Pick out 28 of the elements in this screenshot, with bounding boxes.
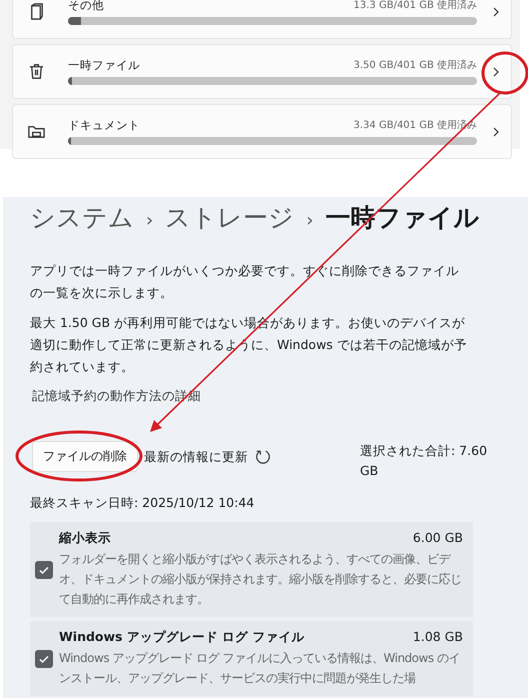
last-scan-text: 最終スキャン日時: 2025/10/12 10:44 [30, 495, 256, 512]
item-description: フォルダーを開くと縮小版がすばやく表示されるよう、すべての画像、ビデオ、ドキュメントの縮小版が保持されます。縮小版を削除すると、必要に応じて自動的に再作成されます。 [59, 551, 462, 608]
breadcrumb-separator: › [306, 210, 314, 231]
chevron-icon [491, 6, 501, 16]
item-title: 縮小表示 [59, 530, 111, 547]
category-name: その他 [68, 0, 104, 13]
selected-total: 選択された合計: 7.60 GB [360, 442, 488, 480]
item-size: 6.00 GB [412, 530, 463, 547]
chevron-icon [491, 126, 501, 136]
trash-icon [27, 62, 46, 81]
learn-more-link[interactable]: 記憶域予約の動作方法の詳細 [32, 388, 528, 405]
breadcrumb-separator: › [146, 210, 154, 231]
usage-text: 3.50 GB/401 GB 使用済み [354, 58, 477, 73]
category-name: 一時ファイル [68, 58, 140, 73]
refresh-button[interactable]: 最新の情報に更新 [144, 449, 248, 466]
refresh-icon[interactable] [254, 448, 272, 466]
checkbox[interactable] [35, 650, 53, 668]
breadcrumb-link[interactable]: ストレージ [165, 201, 294, 234]
delete-files-button[interactable]: ファイルの削除 [32, 441, 138, 472]
intro-text: アプリでは一時ファイルがいくつか必要です。すぐに削除できるファイルの一覧を次に示します。 [30, 262, 460, 302]
chevron-icon [491, 66, 501, 76]
item-title: Windows アップグレード ログ ファイル [59, 629, 305, 646]
breadcrumb-link[interactable]: システム [30, 201, 134, 234]
item-size: 1.08 GB [412, 629, 463, 646]
storage-category-card[interactable]: 一時ファイル 3.50 GB/401 GB 使用済み [12, 44, 512, 99]
category-name: ドキュメント [68, 118, 140, 133]
item-description: Windows アップグレード ログ ファイルに入っている情報は、Windows のインストール、アップグレード、サービスの実行中に問題が発生した場 [59, 650, 461, 687]
checkbox[interactable] [35, 560, 53, 578]
